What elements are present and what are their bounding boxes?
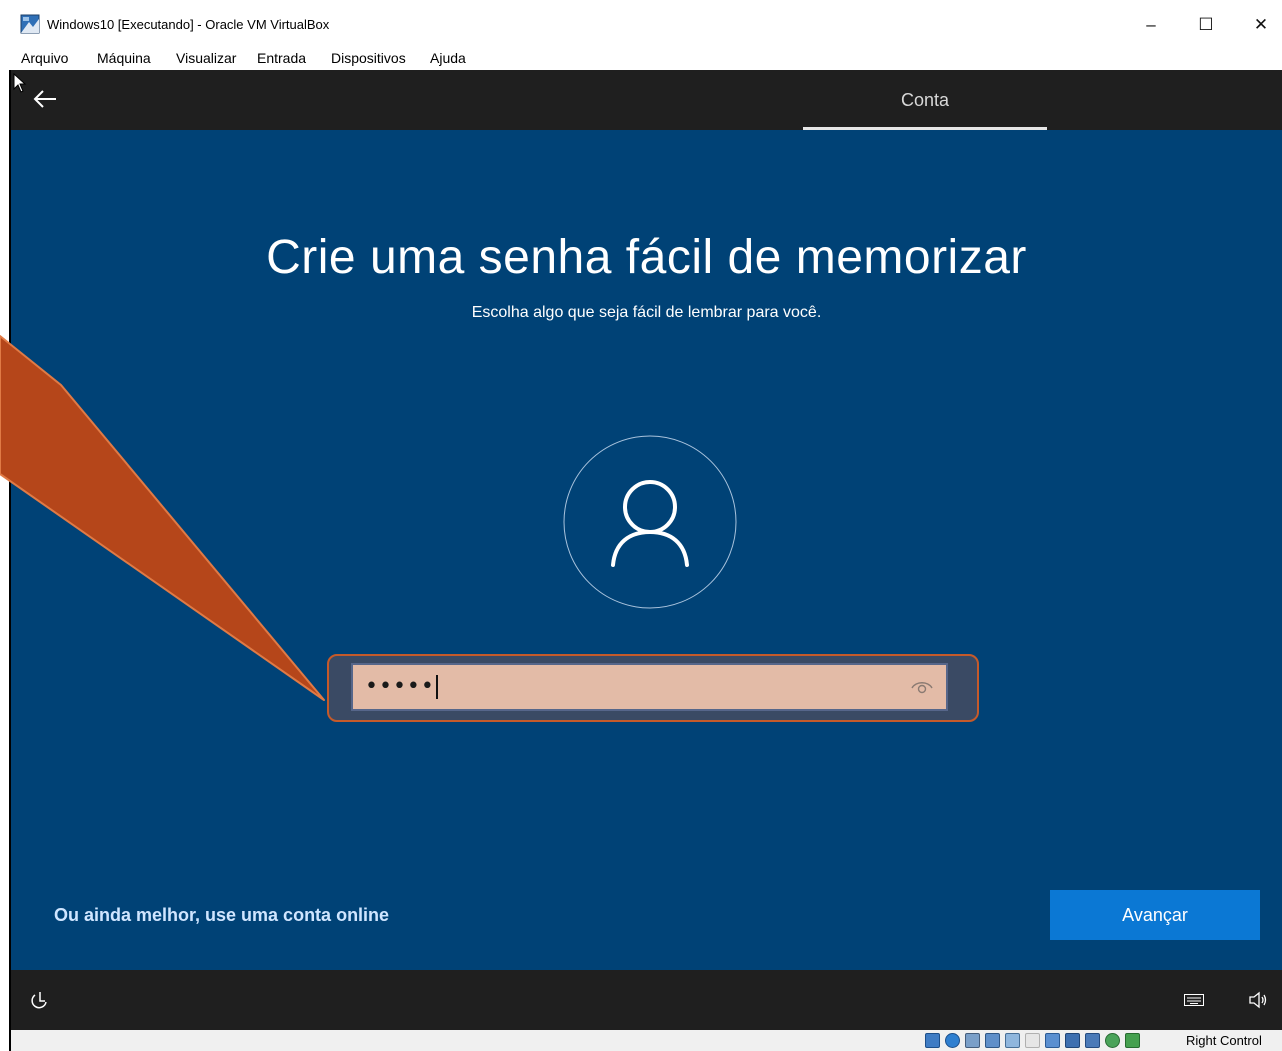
menu-ajuda[interactable]: Ajuda xyxy=(430,50,466,66)
keyboard-icon[interactable] xyxy=(1184,994,1204,1006)
window-title: Windows10 [Executando] - Oracle VM Virtu… xyxy=(47,17,330,32)
video-capture-icon[interactable] xyxy=(1065,1033,1080,1048)
oobe-top-bar: Conta xyxy=(11,70,1282,130)
online-account-link[interactable]: Ou ainda melhor, use uma conta online xyxy=(54,905,389,926)
virtualization-icon[interactable] xyxy=(1085,1033,1100,1048)
usb-icon[interactable] xyxy=(1005,1033,1020,1048)
menu-arquivo[interactable]: Arquivo xyxy=(21,50,68,66)
display-icon[interactable] xyxy=(1045,1033,1060,1048)
volume-icon[interactable] xyxy=(1248,991,1268,1009)
vm-status-bar: Right Control xyxy=(11,1030,1282,1051)
window-titlebar: Windows10 [Executando] - Oracle VM Virtu… xyxy=(0,0,1282,48)
page-subtitle: Escolha algo que seja fácil de lembrar p… xyxy=(471,304,822,321)
tab-conta-label: Conta xyxy=(900,90,950,110)
keyboard-capture-icon[interactable] xyxy=(1125,1033,1140,1048)
menu-dispositivos[interactable]: Dispositivos xyxy=(331,50,406,66)
mouse-pointer-icon xyxy=(13,73,27,93)
close-icon: ✕ xyxy=(1253,15,1269,34)
minimize-button[interactable]: – xyxy=(1134,10,1168,40)
network-icon[interactable] xyxy=(985,1033,1000,1048)
hard-disk-icon[interactable] xyxy=(925,1033,940,1048)
password-value: ••••• xyxy=(365,674,438,699)
text-caret xyxy=(435,675,438,699)
next-button[interactable]: Avançar xyxy=(1050,890,1260,940)
maximize-button[interactable]: ☐ xyxy=(1189,10,1223,40)
ease-of-access-icon[interactable] xyxy=(29,988,51,1010)
tab-conta[interactable]: Conta xyxy=(803,70,1047,130)
back-arrow-icon[interactable] xyxy=(30,84,60,114)
shared-folders-icon[interactable] xyxy=(1025,1033,1040,1048)
audio-icon[interactable] xyxy=(965,1033,980,1048)
virtualbox-app-icon xyxy=(20,14,40,34)
menu-visualizar[interactable]: Visualizar xyxy=(176,50,236,66)
page-title: Crie uma senha fácil de memorizar xyxy=(266,231,1027,284)
minimize-icon: – xyxy=(1146,15,1156,34)
oobe-main: Crie uma senha fácil de memorizar Escolh… xyxy=(11,130,1282,970)
optical-drive-icon[interactable] xyxy=(945,1033,960,1048)
oobe-bottom-bar xyxy=(11,970,1282,1030)
mouse-integration-icon[interactable] xyxy=(1105,1033,1120,1048)
maximize-icon: ☐ xyxy=(1198,15,1214,34)
menu-maquina[interactable]: Máquina xyxy=(97,50,151,66)
password-input[interactable]: ••••• xyxy=(351,663,948,711)
menu-entrada[interactable]: Entrada xyxy=(257,50,306,66)
host-key-label: Right Control xyxy=(1186,1033,1262,1048)
menu-bar: Arquivo Máquina Visualizar Entrada Dispo… xyxy=(0,48,1282,70)
close-button[interactable]: ✕ xyxy=(1244,10,1278,40)
user-avatar-icon xyxy=(563,435,737,609)
reveal-password-eye-icon[interactable] xyxy=(910,678,934,696)
